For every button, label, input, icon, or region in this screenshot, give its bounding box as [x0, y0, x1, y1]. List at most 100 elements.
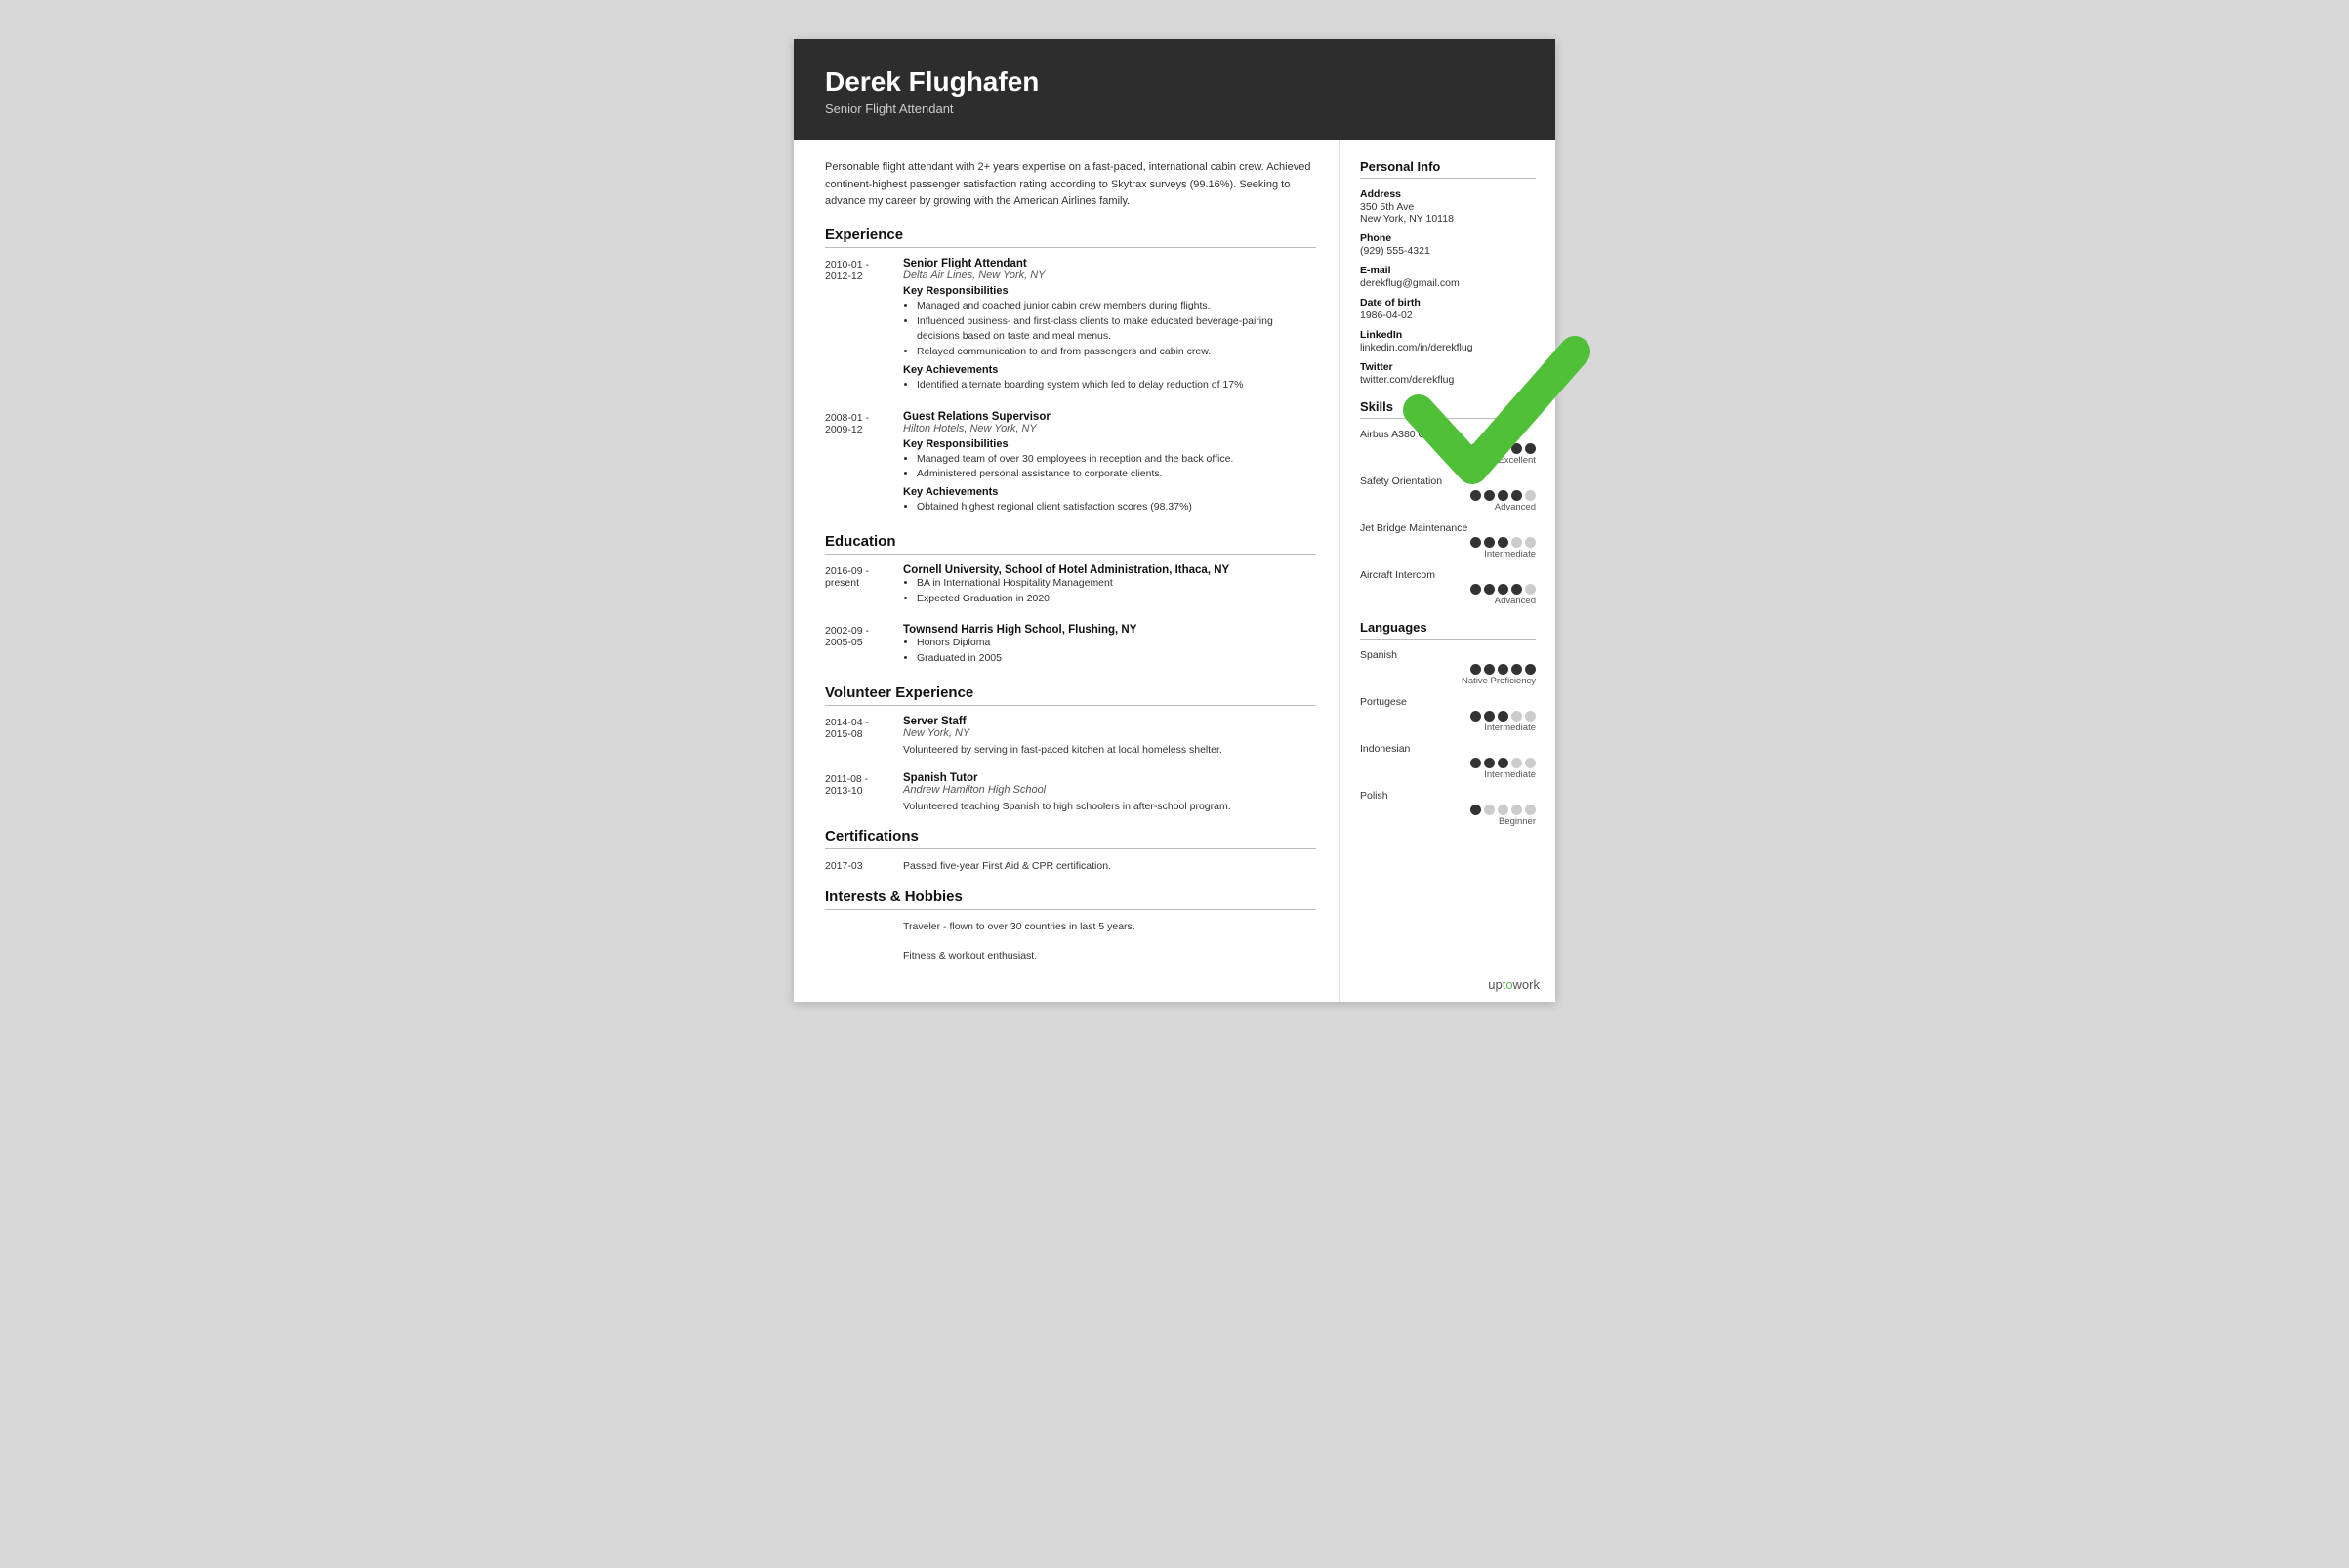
twitter-label: Twitter [1360, 361, 1536, 373]
dot-empty [1511, 537, 1522, 548]
dot-filled [1498, 664, 1508, 675]
cert-entry: 2017-03Passed five-year First Aid & CPR … [825, 859, 1316, 875]
dot-filled [1470, 443, 1481, 454]
interests-section-title: Interests & Hobbies [825, 888, 1316, 910]
skill-item: Jet Bridge Maintenance Intermediate [1360, 522, 1536, 559]
dot-filled [1498, 537, 1508, 548]
phone-value: (929) 555-4321 [1360, 245, 1536, 257]
achievement-item: Obtained highest regional client satisfa… [917, 500, 1316, 516]
volunteer-entry: 2011-08 - 2013-10Spanish TutorAndrew Ham… [825, 772, 1316, 815]
language-level-label: Beginner [1360, 816, 1536, 827]
languages-list: SpanishNative ProficiencyPortugeseInterm… [1360, 649, 1536, 827]
skill-level-label: Advanced [1360, 502, 1536, 513]
interest-spacer [825, 920, 903, 935]
skill-item: Safety Orientation Advanced [1360, 475, 1536, 513]
volunteer-list: 2014-04 - 2015-08Server StaffNew York, N… [825, 716, 1316, 815]
skill-name: Airbus A380 Cabin [1360, 429, 1536, 440]
address-block: Address 350 5th Ave New York, NY 10118 [1360, 188, 1536, 225]
dot-filled [1525, 664, 1536, 675]
dot-filled [1484, 584, 1495, 595]
dot-filled [1470, 584, 1481, 595]
achievements-list: Identified alternate boarding system whi… [903, 378, 1316, 393]
language-name: Spanish [1360, 649, 1536, 661]
certifications-section-title: Certifications [825, 828, 1316, 849]
language-name: Polish [1360, 790, 1536, 802]
dot-filled [1484, 664, 1495, 675]
volunteer-entry: 2014-04 - 2015-08Server StaffNew York, N… [825, 716, 1316, 759]
dob-label: Date of birth [1360, 297, 1536, 309]
volunteer-section-title: Volunteer Experience [825, 684, 1316, 706]
dot-empty [1484, 805, 1495, 815]
job-title: Senior Flight Attendant [903, 258, 1316, 269]
institution-name: Cornell University, School of Hotel Admi… [903, 564, 1316, 576]
dot-filled [1498, 584, 1508, 595]
email-block: E-mail derekflug@gmail.com [1360, 265, 1536, 289]
dot-filled [1525, 443, 1536, 454]
education-entry: 2002-09 - 2005-05Townsend Harris High Sc… [825, 624, 1316, 671]
dot-filled [1498, 490, 1508, 501]
interest-entry: Traveler - flown to over 30 countries in… [825, 920, 1316, 935]
dot-filled [1470, 490, 1481, 501]
experience-section-title: Experience [825, 227, 1316, 248]
volunteer-title: Spanish Tutor [903, 772, 1316, 784]
skill-name: Safety Orientation [1360, 475, 1536, 487]
skill-level-label: Intermediate [1360, 549, 1536, 559]
languages-title: Languages [1360, 620, 1536, 640]
responsibility-item: Influenced business- and first-class cli… [917, 314, 1316, 346]
language-name: Indonesian [1360, 743, 1536, 755]
education-entry: 2016-09 - presentCornell University, Sch… [825, 564, 1316, 611]
education-bullet: BA in International Hospitality Manageme… [917, 576, 1316, 592]
skill-dots [1360, 537, 1536, 548]
dot-empty [1525, 490, 1536, 501]
company: Hilton Hotels, New York, NY [903, 423, 1316, 434]
dot-filled [1511, 584, 1522, 595]
responsibilities-label: Key Responsibilities [903, 285, 1316, 297]
education-bullet: Expected Graduation in 2020 [917, 592, 1316, 607]
language-dots [1360, 805, 1536, 815]
dot-empty [1525, 584, 1536, 595]
dot-filled [1470, 711, 1481, 722]
skill-dots [1360, 490, 1536, 501]
skill-name: Jet Bridge Maintenance [1360, 522, 1536, 534]
candidate-title: Senior Flight Attendant [825, 102, 1524, 116]
dot-empty [1511, 805, 1522, 815]
achievements-list: Obtained highest regional client satisfa… [903, 500, 1316, 516]
dot-filled [1470, 758, 1481, 768]
entry-content: Townsend Harris High School, Flushing, N… [903, 624, 1316, 671]
entry-dates: 2008-01 - 2009-12 [825, 411, 903, 519]
interest-content: Fitness & workout enthusiast. [903, 949, 1316, 965]
language-level-label: Intermediate [1360, 722, 1536, 733]
dot-filled [1484, 758, 1495, 768]
language-name: Portugese [1360, 696, 1536, 708]
main-column: Personable flight attendant with 2+ year… [794, 140, 1340, 1002]
interest-text: Traveler - flown to over 30 countries in… [903, 920, 1316, 935]
dot-filled [1511, 664, 1522, 675]
education-bullets: BA in International Hospitality Manageme… [903, 576, 1316, 607]
phone-label: Phone [1360, 232, 1536, 244]
linkedin-label: LinkedIn [1360, 329, 1536, 341]
skill-name: Aircraft Intercom [1360, 569, 1536, 581]
dot-filled [1484, 711, 1495, 722]
language-dots [1360, 711, 1536, 722]
interest-entry: Fitness & workout enthusiast. [825, 949, 1316, 965]
job-title: Guest Relations Supervisor [903, 411, 1316, 423]
dot-filled [1470, 805, 1481, 815]
dot-filled [1484, 490, 1495, 501]
entry-content: Guest Relations SupervisorHilton Hotels,… [903, 411, 1316, 519]
side-column: Personal Info Address 350 5th Ave New Yo… [1340, 140, 1555, 1002]
cert-text: Passed five-year First Aid & CPR certifi… [903, 859, 1316, 875]
language-item: Portugese Intermediate [1360, 696, 1536, 733]
responsibility-item: Relayed communication to and from passen… [917, 345, 1316, 360]
resume-header: Derek Flughafen Senior Flight Attendant [794, 39, 1555, 140]
summary-text: Personable flight attendant with 2+ year… [825, 159, 1316, 211]
responsibility-item: Administered personal assistance to corp… [917, 467, 1316, 482]
email-label: E-mail [1360, 265, 1536, 276]
dot-empty [1511, 758, 1522, 768]
responsibility-item: Managed and coached junior cabin crew me… [917, 299, 1316, 314]
education-bullets: Honors DiplomaGraduated in 2005 [903, 636, 1316, 667]
dot-filled [1498, 758, 1508, 768]
volunteer-company: Andrew Hamilton High School [903, 784, 1316, 796]
interest-content: Traveler - flown to over 30 countries in… [903, 920, 1316, 935]
language-item: IndonesianIntermediate [1360, 743, 1536, 780]
dot-empty [1511, 711, 1522, 722]
